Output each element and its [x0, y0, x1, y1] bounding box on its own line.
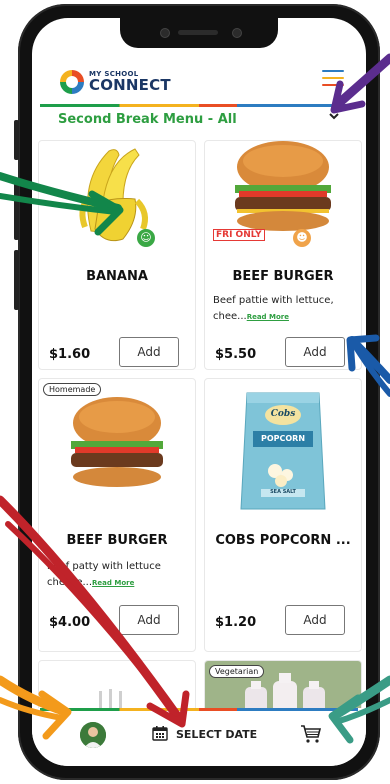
item-name: BEEF BURGER [66, 533, 168, 548]
phone-button [14, 120, 19, 160]
bottom-divider [40, 708, 358, 711]
fri-only-badge: FRI ONLY [213, 229, 265, 241]
homemade-tag: Homemade [43, 383, 102, 396]
add-button[interactable]: Add [119, 605, 179, 635]
camera-dot [232, 28, 242, 38]
healthy-rating-icon: ☺ [137, 229, 155, 247]
select-date-button[interactable]: SELECT DATE [152, 725, 257, 744]
item-price: $4.00 [49, 615, 91, 630]
logo-text: MY SCHOOL CONNECT [89, 71, 171, 93]
burger-image [39, 389, 195, 499]
vegetarian-tag: Vegetarian [209, 665, 265, 678]
speaker [178, 30, 218, 35]
phone-button [14, 250, 19, 310]
menu-selector[interactable]: Second Break Menu - All [32, 106, 366, 136]
phone-button [14, 180, 19, 240]
item-price: $1.60 [49, 347, 91, 362]
popcorn-sub-text: SEA SALT [270, 489, 296, 495]
item-price: $5.50 [215, 347, 257, 362]
menu-item-card: FRI ONLY ☻ BEEF BURGER Beef pattie with … [204, 140, 362, 370]
item-description: beef patty with lettuce cheese...Read Mo… [47, 559, 189, 591]
select-date-label: SELECT DATE [176, 728, 258, 741]
menu-item-card: Cobs POPCORN SEA SALT COBS POPCORN ... $… [204, 378, 362, 652]
popcorn-label-text: POPCORN [260, 434, 306, 443]
read-more-link[interactable]: Read More [92, 579, 134, 587]
hamburger-menu-icon[interactable] [322, 70, 344, 88]
logo-ring-icon [60, 70, 84, 94]
popcorn-bag-image [205, 385, 361, 515]
logo-big-text: CONNECT [89, 76, 171, 94]
camera-dot [160, 28, 170, 38]
avatar[interactable] [80, 722, 106, 748]
item-name: COBS POPCORN ... [215, 533, 351, 548]
app-screen: MY SCHOOL CONNECT Second Break Menu - Al… [32, 18, 366, 766]
cart-icon[interactable] [300, 724, 322, 748]
menu-title: Second Break Menu - All [58, 112, 237, 127]
item-price: $1.20 [215, 615, 257, 630]
read-more-link[interactable]: Read More [247, 313, 289, 321]
banana-image [39, 141, 195, 251]
amber-rating-icon: ☻ [293, 229, 311, 247]
calendar-icon [152, 725, 168, 744]
phone-notch [120, 18, 278, 48]
menu-item-card: Homemade BEEF BURGER beef patty with let… [38, 378, 196, 652]
chevron-down-icon[interactable] [328, 110, 340, 125]
menu-item-card: ☺ BANANA $1.60 Add [38, 140, 196, 370]
item-name: BANANA [86, 269, 148, 284]
add-button[interactable]: Add [119, 337, 179, 367]
item-name: BEEF BURGER [232, 269, 334, 284]
item-description: Beef pattie with lettuce, chee...Read Mo… [213, 293, 355, 325]
add-button[interactable]: Add [285, 605, 345, 635]
app-logo[interactable]: MY SCHOOL CONNECT [60, 70, 171, 94]
app-header: MY SCHOOL CONNECT [32, 54, 366, 104]
add-button[interactable]: Add [285, 337, 345, 367]
bottom-nav: SELECT DATE [32, 708, 366, 766]
popcorn-brand-text: Cobs [270, 409, 296, 419]
